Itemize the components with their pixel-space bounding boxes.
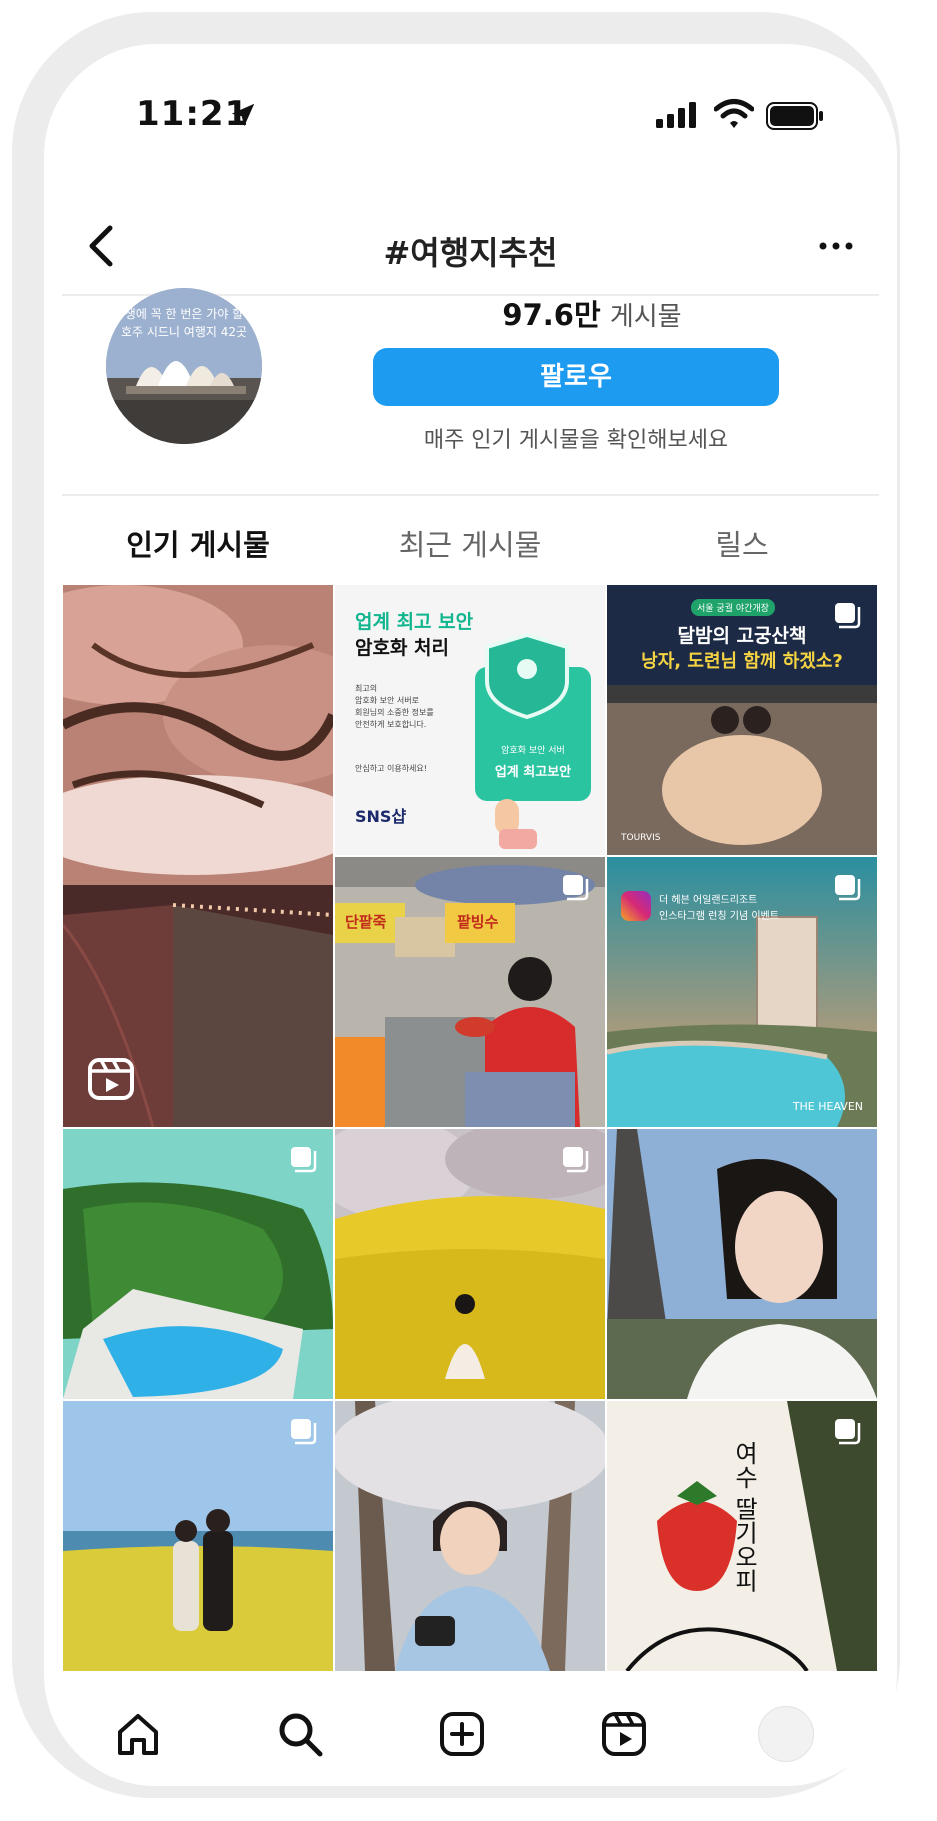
ad-body-line: 암호화 보안 서버로	[355, 696, 419, 705]
ad-title-green: 업계 최고 보안	[355, 611, 474, 633]
carousel-icon	[291, 1419, 317, 1445]
ad-title-black: 암호화 처리	[355, 637, 450, 659]
page-title: #여행지추천	[383, 234, 558, 272]
follow-button[interactable]: 팔로우	[373, 348, 779, 406]
resort-brand: THE HEAVEN	[792, 1100, 863, 1113]
battery-icon	[766, 102, 823, 130]
profile-avatar[interactable]	[756, 1704, 816, 1764]
carousel-icon	[563, 875, 589, 901]
tab-top-posts[interactable]: 인기 게시물	[62, 522, 334, 564]
more-horizontal-icon[interactable]	[819, 242, 853, 250]
post-tile[interactable]: 단팥죽 팥빙수	[335, 857, 605, 1127]
avatar-caption-line2: 호주 시드니 여행지 42곳	[120, 325, 248, 339]
ad-body-line: 회원님의 소중한 정보를	[355, 708, 434, 717]
post-tag: 서울 궁궐 야간개장	[691, 599, 775, 616]
shop-sign2: 팥빙수	[457, 913, 499, 931]
post-thumbnail	[335, 1401, 605, 1671]
shop-sign1: 단팥죽	[345, 913, 387, 931]
event-line1: 더 헤븐 어일랜드리조트	[659, 895, 758, 906]
follow-caption: 매주 인기 게시물을 확인해보세요	[423, 428, 729, 453]
carousel-icon	[291, 1147, 317, 1173]
ad-body-line: 안전하게 보호합니다.	[355, 720, 427, 729]
ad-brand-logo: SNS샵	[355, 807, 407, 826]
ad-body: 최고의 암호화 보안 서버로 회원님의 소중한 정보를 안전하게 보호합니다.	[355, 683, 434, 731]
ad-body-line: 최고의	[355, 684, 378, 693]
ad-card-line1: 암호화 보안 서버	[501, 746, 565, 756]
cellular-signal-icon	[656, 102, 696, 128]
event-line2: 인스타그램 런칭 기념 이벤트	[659, 911, 779, 922]
reels-badge-icon	[88, 1058, 134, 1100]
carousel-icon	[563, 1147, 589, 1173]
wifi-icon	[714, 99, 754, 128]
post-count-value: 97.6만	[502, 298, 601, 332]
post-tile[interactable]	[607, 1129, 877, 1399]
post-tile[interactable]: 여수 딸기오피	[607, 1401, 877, 1671]
post-tile[interactable]	[335, 1401, 605, 1671]
post-count-label: 게시물	[609, 302, 682, 332]
post-tile[interactable]	[63, 585, 333, 1127]
search-icon[interactable]	[270, 1704, 330, 1764]
instagram-logo-icon	[621, 891, 651, 921]
create-icon[interactable]	[432, 1704, 492, 1764]
post-headline2: 낭자, 도련님 함께 하겠소?	[641, 651, 843, 672]
bottom-nav	[44, 1684, 897, 1786]
screen: 11:21 #여행지추천 생에 꼭 한 번은 가야 할 호주 시드니 여행지 4…	[44, 44, 897, 1786]
nav-header: #여행지추천	[62, 204, 879, 296]
post-tile[interactable]	[335, 1129, 605, 1399]
post-tile[interactable]	[63, 1401, 333, 1671]
post-footer: TOURVIS	[621, 833, 661, 843]
carousel-icon	[835, 875, 861, 901]
tab-recent-posts[interactable]: 최근 게시물	[334, 522, 606, 564]
hashtag-avatar[interactable]: 생에 꼭 한 번은 가야 할 호주 시드니 여행지 42곳	[106, 288, 262, 444]
status-bar: 11:21	[44, 44, 897, 154]
ad-body-closing: 안심하고 이용하세요!	[355, 764, 427, 773]
ad-card-line2: 업계 최고보안	[494, 765, 572, 780]
avatar-caption-line1: 생에 꼭 한 번은 가야 할	[124, 307, 244, 321]
tab-reels[interactable]: 릴스	[606, 522, 878, 564]
post-thumbnail	[607, 1129, 877, 1399]
post-thumbnail	[63, 585, 333, 1127]
handwritten-text: 여수 딸기오피	[730, 1441, 758, 1593]
post-tile[interactable]	[63, 1129, 333, 1399]
location-arrow-icon	[231, 103, 255, 127]
post-tile[interactable]: 서울 궁궐 야간개장 달밤의 고궁산책 낭자, 도련님 함께 하겠소? TOUR…	[607, 585, 877, 855]
post-tile[interactable]: 업계 최고 보안 암호화 처리 최고의 암호화 보안 서버로 회원님의 소중한 …	[335, 585, 605, 855]
home-icon[interactable]	[108, 1704, 168, 1764]
post-count: 97.6만 게시물	[412, 292, 772, 334]
tab-bar: 인기 게시물 최근 게시물 릴스	[62, 494, 879, 572]
profile-avatar-circle	[758, 1706, 814, 1762]
carousel-icon	[835, 1419, 861, 1445]
carousel-icon	[835, 603, 861, 629]
reels-icon[interactable]	[594, 1704, 654, 1764]
post-tile[interactable]: 더 헤븐 어일랜드리조트 인스타그램 런칭 기념 이벤트 THE HEAVEN	[607, 857, 877, 1127]
